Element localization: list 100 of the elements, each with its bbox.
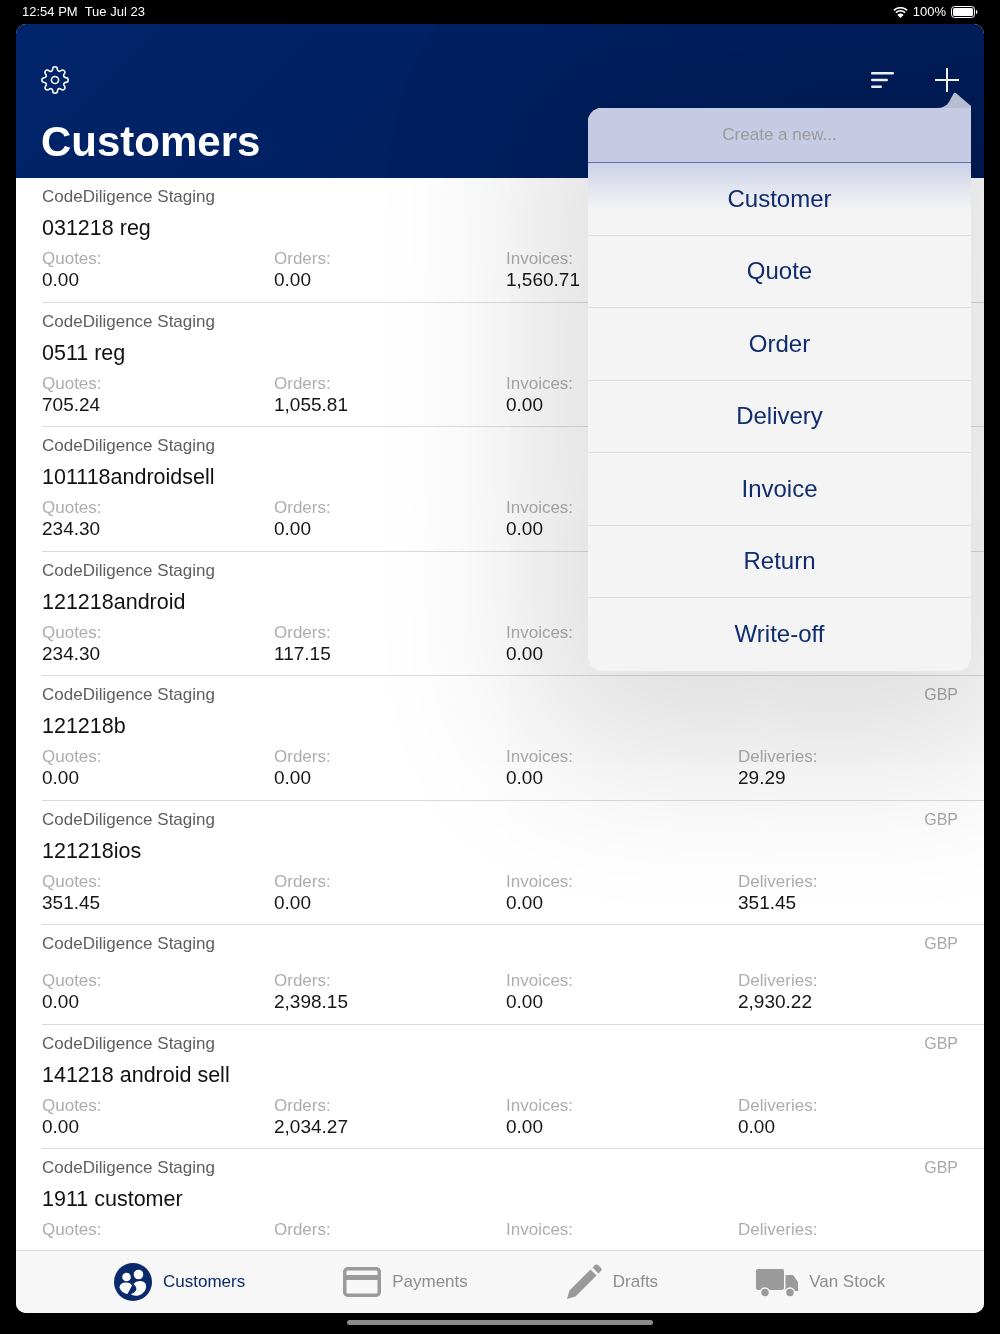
- stat-label: Quotes:: [42, 871, 102, 892]
- stat-value: 0.00: [506, 393, 543, 416]
- stat-value: 234.30: [42, 642, 101, 665]
- customer-name: 141218 android sell: [42, 1061, 230, 1089]
- stat-value: 0.00: [42, 1115, 79, 1138]
- stat-label: Deliveries:: [738, 747, 818, 767]
- wifi-icon: [892, 6, 908, 18]
- stat-value: 29.29: [738, 767, 786, 789]
- stat-label: Quotes:: [42, 1095, 102, 1116]
- stat-label: Orders:: [274, 249, 331, 269]
- stat-value: 0.00: [506, 518, 543, 540]
- stat-value: 2,034.27: [274, 1115, 348, 1138]
- currency-code: GBP: [924, 934, 958, 954]
- stat-value: 705.24: [42, 393, 101, 416]
- stat-label: Invoices:: [506, 1220, 574, 1240]
- menu-item[interactable]: Return: [588, 525, 971, 598]
- stat-label: Invoices:: [506, 871, 574, 892]
- customer-name: 121218b: [42, 713, 126, 740]
- stat-label: Quotes:: [42, 373, 102, 394]
- stat-value: 351.45: [42, 891, 101, 914]
- menu-item[interactable]: Delivery: [588, 380, 971, 453]
- card-icon: [343, 1267, 382, 1297]
- stat-label: Deliveries:: [738, 871, 818, 892]
- stat-label: Orders:: [274, 971, 331, 991]
- customer-name: 101118androidsell: [42, 464, 215, 491]
- popover-title: Create a new...: [722, 124, 837, 146]
- stat-value: 0.00: [506, 767, 543, 789]
- menu-item[interactable]: Invoice: [588, 453, 971, 526]
- stat-value: 0.00: [506, 1115, 543, 1138]
- stat-label: Invoices:: [506, 373, 574, 394]
- stat-value: 0.00: [506, 991, 543, 1013]
- battery-percentage: 100%: [912, 4, 946, 20]
- stat-label: Orders:: [274, 747, 331, 767]
- menu-item[interactable]: Order: [588, 308, 971, 381]
- stat-value: 0.00: [274, 269, 311, 291]
- sort-icon[interactable]: [871, 72, 894, 88]
- company-name: CodeDiligence Staging: [42, 186, 215, 208]
- currency-code: GBP: [924, 685, 958, 705]
- status-time: 12:54 PM: [22, 4, 78, 20]
- stat-label: Quotes:: [42, 971, 102, 991]
- currency-code: GBP: [924, 1158, 958, 1178]
- stat-label: Quotes:: [42, 249, 102, 269]
- battery-icon: [951, 6, 978, 18]
- customer-name: 121218ios: [42, 837, 142, 865]
- company-name: CodeDiligence Staging: [42, 808, 215, 831]
- stat-value: 0.00: [42, 269, 79, 291]
- stat-label: Quotes:: [42, 622, 102, 643]
- stat-label: Invoices:: [506, 1095, 574, 1116]
- customer-name: 121218android: [42, 588, 186, 616]
- stat-value: 0.00: [274, 518, 311, 540]
- company-name: CodeDiligence Staging: [42, 1157, 215, 1179]
- stat-label: Deliveries:: [738, 971, 818, 991]
- company-name: CodeDiligence Staging: [42, 310, 215, 333]
- stat-value: 0.00: [42, 767, 79, 789]
- stat-value: 117.15: [274, 642, 331, 665]
- settings-icon[interactable]: [41, 66, 69, 94]
- customer-name: 0511 reg: [42, 339, 126, 367]
- stat-value: 0.00: [506, 642, 543, 665]
- stat-value: 0.00: [506, 891, 543, 914]
- people-icon: [114, 1263, 152, 1301]
- customer-name: 031218 reg: [42, 215, 151, 242]
- truck-icon: [756, 1266, 799, 1298]
- company-name: CodeDiligence Staging: [42, 684, 215, 706]
- stat-label: Orders:: [274, 498, 331, 518]
- stat-value: 1,560.71: [506, 269, 580, 291]
- stat-value: 234.30: [42, 518, 101, 540]
- menu-item[interactable]: Write-off: [588, 598, 971, 671]
- tab[interactable]: Customers: [114, 1263, 246, 1301]
- status-date: Tue Jul 23: [84, 4, 145, 20]
- company-name: CodeDiligence Staging: [42, 1032, 215, 1055]
- pencil-icon: [565, 1264, 602, 1300]
- stat-label: Quotes:: [42, 498, 102, 518]
- stat-label: Deliveries:: [738, 1095, 818, 1116]
- company-name: CodeDiligence Staging: [42, 435, 215, 457]
- stat-label: Invoices:: [506, 747, 574, 767]
- stat-label: Invoices:: [506, 622, 574, 643]
- company-name: CodeDiligence Staging: [42, 933, 215, 955]
- stat-label: Invoices:: [506, 249, 574, 269]
- customer-name: 1911 customer: [42, 1186, 183, 1213]
- menu-item[interactable]: Quote: [588, 235, 971, 308]
- currency-code: GBP: [924, 809, 958, 830]
- plus-icon[interactable]: [935, 68, 959, 92]
- stat-label: Deliveries:: [738, 1220, 818, 1240]
- stat-value: 0.00: [42, 991, 79, 1013]
- menu-item[interactable]: Customer: [588, 163, 971, 236]
- stat-value: 351.45: [738, 891, 797, 914]
- stat-value: 0.00: [274, 891, 311, 914]
- stat-label: Orders:: [274, 1220, 331, 1240]
- stat-label: Quotes:: [42, 1220, 102, 1240]
- company-name: CodeDiligence Staging: [42, 559, 215, 582]
- stat-value: 0.00: [738, 1115, 775, 1138]
- stat-value: 2,398.15: [274, 991, 348, 1013]
- stat-value: 0.00: [274, 767, 311, 789]
- page-title: Customers: [41, 118, 261, 166]
- stat-label: Invoices:: [506, 971, 574, 991]
- stat-label: Quotes:: [42, 747, 102, 767]
- stat-label: Orders:: [274, 871, 331, 892]
- currency-code: GBP: [924, 1033, 958, 1054]
- stat-label: Orders:: [274, 1095, 331, 1116]
- stat-label: Orders:: [274, 373, 331, 394]
